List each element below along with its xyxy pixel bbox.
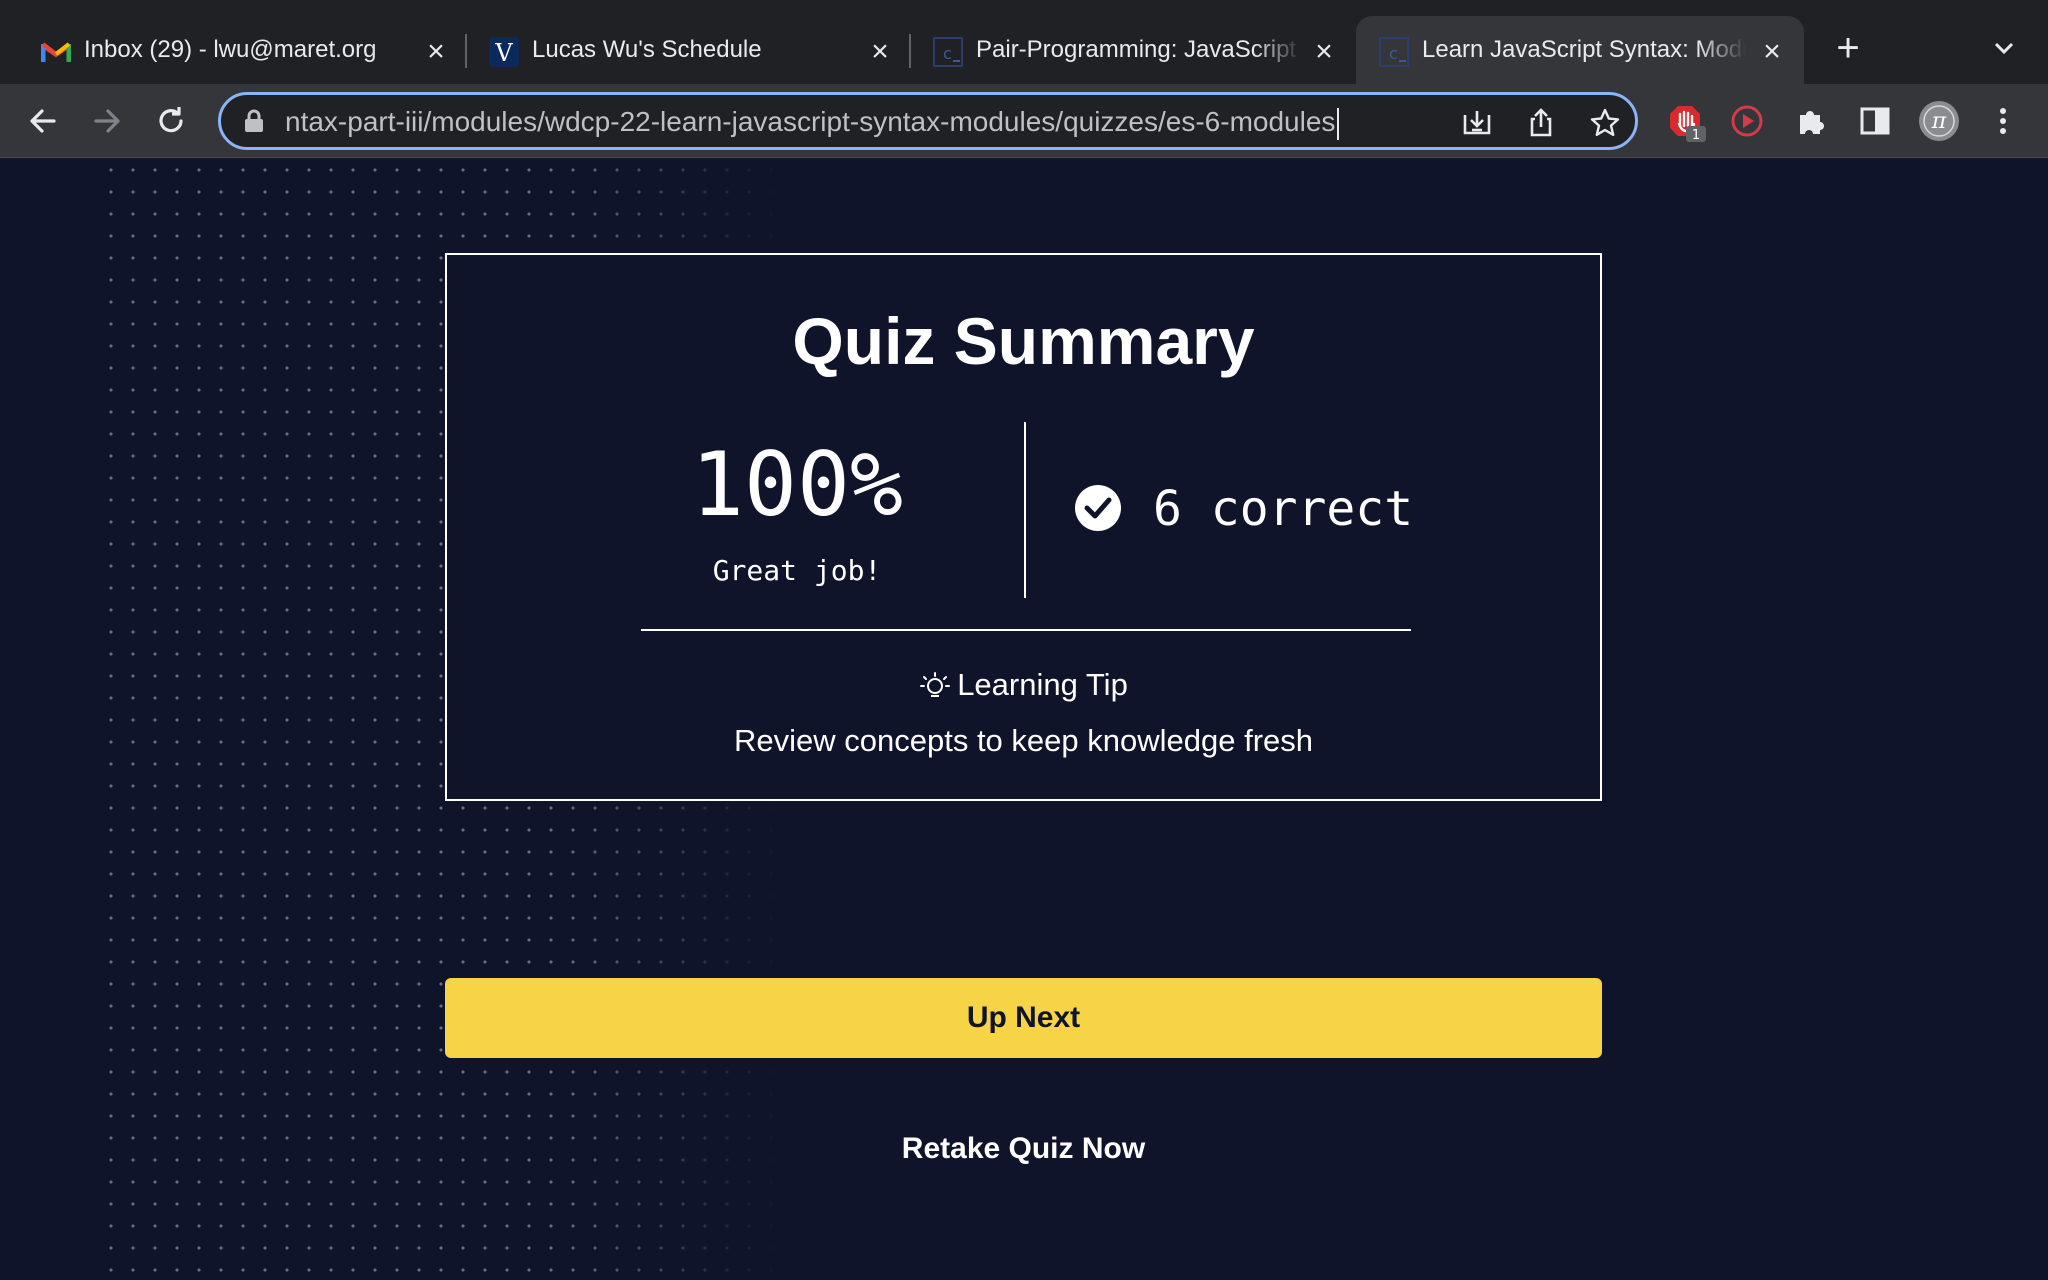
page-content: Quiz Summary 100% Great job! 6 correct L… xyxy=(0,159,2048,1280)
tab-title: Pair-Programming: JavaScript xyxy=(976,36,1297,63)
share-icon[interactable] xyxy=(1525,107,1557,139)
adblock-extension-icon[interactable]: 1 xyxy=(1668,102,1708,143)
checkmark-circle-icon xyxy=(1074,484,1122,532)
svg-text:c: c xyxy=(1389,44,1398,63)
menu-kebab-icon[interactable] xyxy=(1986,104,2020,138)
url-text[interactable]: ntax-part-iii/modules/wdcp-22-learn-java… xyxy=(285,105,1340,140)
vertical-divider xyxy=(1024,422,1026,598)
svg-text:c: c xyxy=(943,44,952,63)
svg-text:V: V xyxy=(494,39,513,67)
reload-icon[interactable] xyxy=(154,104,188,138)
address-bar[interactable]: ntax-part-iii/modules/wdcp-22-learn-java… xyxy=(218,92,1638,150)
side-panel-icon[interactable] xyxy=(1858,104,1892,138)
tab-close-icon[interactable]: × xyxy=(420,36,452,68)
profile-avatar[interactable]: π xyxy=(1918,100,1960,142)
tab-close-icon[interactable]: × xyxy=(864,36,896,68)
tab-learn-modules[interactable]: c Learn JavaScript Syntax: Modules × xyxy=(1356,16,1804,84)
tab-close-icon[interactable]: × xyxy=(1756,36,1788,68)
up-next-button[interactable]: Up Next xyxy=(445,978,1602,1058)
lightbulb-icon xyxy=(919,669,951,701)
screen-recorder-icon[interactable] xyxy=(1730,104,1764,138)
tab-pair-programming[interactable]: c Pair-Programming: JavaScript × xyxy=(910,16,1356,84)
gmail-icon xyxy=(40,36,72,68)
tab-gmail-inbox[interactable]: Inbox (29) - lwu@maret.org × xyxy=(18,16,458,84)
veracross-icon: V xyxy=(488,36,520,68)
score-percentage: 100% xyxy=(691,433,903,536)
tab-search-chevron-icon[interactable] xyxy=(1988,32,2020,64)
quiz-summary-card: Quiz Summary 100% Great job! 6 correct L… xyxy=(445,253,1602,801)
codecademy-icon: c xyxy=(1378,36,1410,68)
bookmark-star-icon[interactable] xyxy=(1589,107,1621,139)
correct-count: 6 correct xyxy=(1153,481,1414,537)
lock-icon[interactable] xyxy=(243,109,265,133)
svg-text:π: π xyxy=(1931,109,1947,134)
browser-toolbar: ntax-part-iii/modules/wdcp-22-learn-java… xyxy=(0,84,2048,158)
back-arrow-icon[interactable] xyxy=(26,104,60,138)
extensions-puzzle-icon[interactable] xyxy=(1794,104,1828,138)
tab-title: Lucas Wu's Schedule xyxy=(532,36,762,63)
new-tab-icon[interactable]: + xyxy=(1830,28,1866,68)
extension-badge: 1 xyxy=(1692,128,1700,142)
install-app-icon[interactable] xyxy=(1461,107,1493,139)
codecademy-icon: c xyxy=(932,36,964,68)
tab-title: Learn JavaScript Syntax: Modules xyxy=(1422,36,1746,63)
learning-tip-heading: Learning Tip xyxy=(447,665,1600,705)
learning-tip-text: Review concepts to keep knowledge fresh xyxy=(734,723,1313,758)
learning-tip-label: Learning Tip xyxy=(957,667,1128,702)
horizontal-divider xyxy=(641,629,1411,631)
browser-tab-strip: Inbox (29) - lwu@maret.org × V Lucas Wu'… xyxy=(0,0,2048,84)
retake-quiz-link[interactable]: Retake Quiz Now xyxy=(845,1124,1202,1174)
score-message: Great job! xyxy=(712,554,882,587)
quiz-summary-title: Quiz Summary xyxy=(792,304,1255,378)
tab-close-icon[interactable]: × xyxy=(1308,36,1340,68)
forward-arrow-icon[interactable] xyxy=(90,104,124,138)
tab-title: Inbox (29) - lwu@maret.org xyxy=(84,36,377,63)
tab-schedule[interactable]: V Lucas Wu's Schedule × xyxy=(466,16,910,84)
